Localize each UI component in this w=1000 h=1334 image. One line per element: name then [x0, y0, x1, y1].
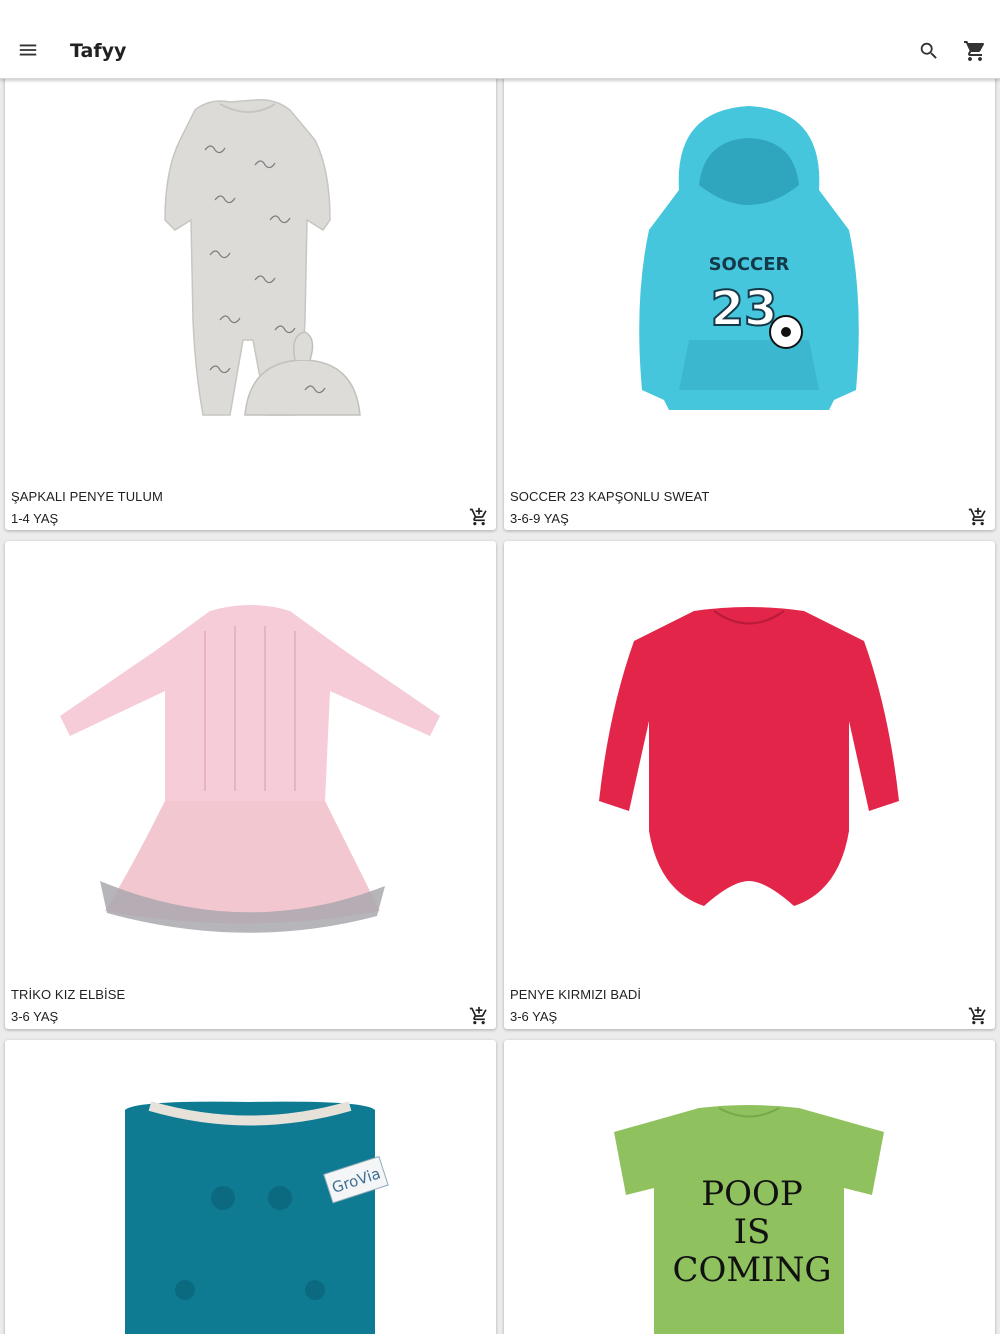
- product-image: GroVia: [5, 1040, 496, 1334]
- product-card[interactable]: PENYE KIRMIZI BADİ 3-6 YAŞ: [504, 541, 995, 1029]
- product-name: ŞAPKALI PENYE TULUM: [11, 489, 163, 504]
- image-text: COMING: [672, 1250, 831, 1290]
- add-to-cart-icon[interactable]: [967, 1005, 989, 1027]
- product-age: 3-6 YAŞ: [510, 1009, 558, 1024]
- shopping-cart-icon[interactable]: [955, 31, 995, 71]
- product-image: [504, 541, 995, 981]
- app-title: Tafyy: [70, 40, 127, 62]
- menu-icon[interactable]: [8, 30, 48, 70]
- product-card[interactable]: TRİKO KIZ ELBİSE 3-6 YAŞ: [5, 541, 496, 1029]
- search-icon[interactable]: [909, 31, 949, 71]
- product-image: SOCCER 23: [504, 70, 995, 490]
- product-card[interactable]: GroVia: [5, 1040, 496, 1334]
- product-grid: ŞAPKALI PENYE TULUM 1-4 YAŞ SOCCER 23 SO…: [0, 0, 1000, 1334]
- product-age: 3-6-9 YAŞ: [510, 511, 569, 526]
- product-card[interactable]: SOCCER 23 SOCCER 23 KAPŞONLU SWEAT 3-6-9…: [504, 70, 995, 530]
- product-name: SOCCER 23 KAPŞONLU SWEAT: [510, 489, 710, 504]
- image-text: IS: [734, 1212, 771, 1252]
- app-bar: Tafyy: [0, 0, 1000, 79]
- product-age: 3-6 YAŞ: [11, 1009, 59, 1024]
- image-text: SOCCER: [709, 254, 790, 275]
- product-image: POOP IS COMING: [504, 1040, 995, 1334]
- product-name: PENYE KIRMIZI BADİ: [510, 987, 642, 1002]
- product-card[interactable]: POOP IS COMING: [504, 1040, 995, 1334]
- product-card[interactable]: ŞAPKALI PENYE TULUM 1-4 YAŞ: [5, 70, 496, 530]
- product-name: TRİKO KIZ ELBİSE: [11, 987, 126, 1002]
- product-image: [5, 541, 496, 981]
- image-text: POOP: [701, 1174, 803, 1214]
- add-to-cart-icon[interactable]: [468, 506, 490, 528]
- add-to-cart-icon[interactable]: [468, 1005, 490, 1027]
- add-to-cart-icon[interactable]: [967, 506, 989, 528]
- product-age: 1-4 YAŞ: [11, 511, 59, 526]
- image-text: 23: [711, 281, 778, 337]
- product-image: [5, 70, 496, 490]
